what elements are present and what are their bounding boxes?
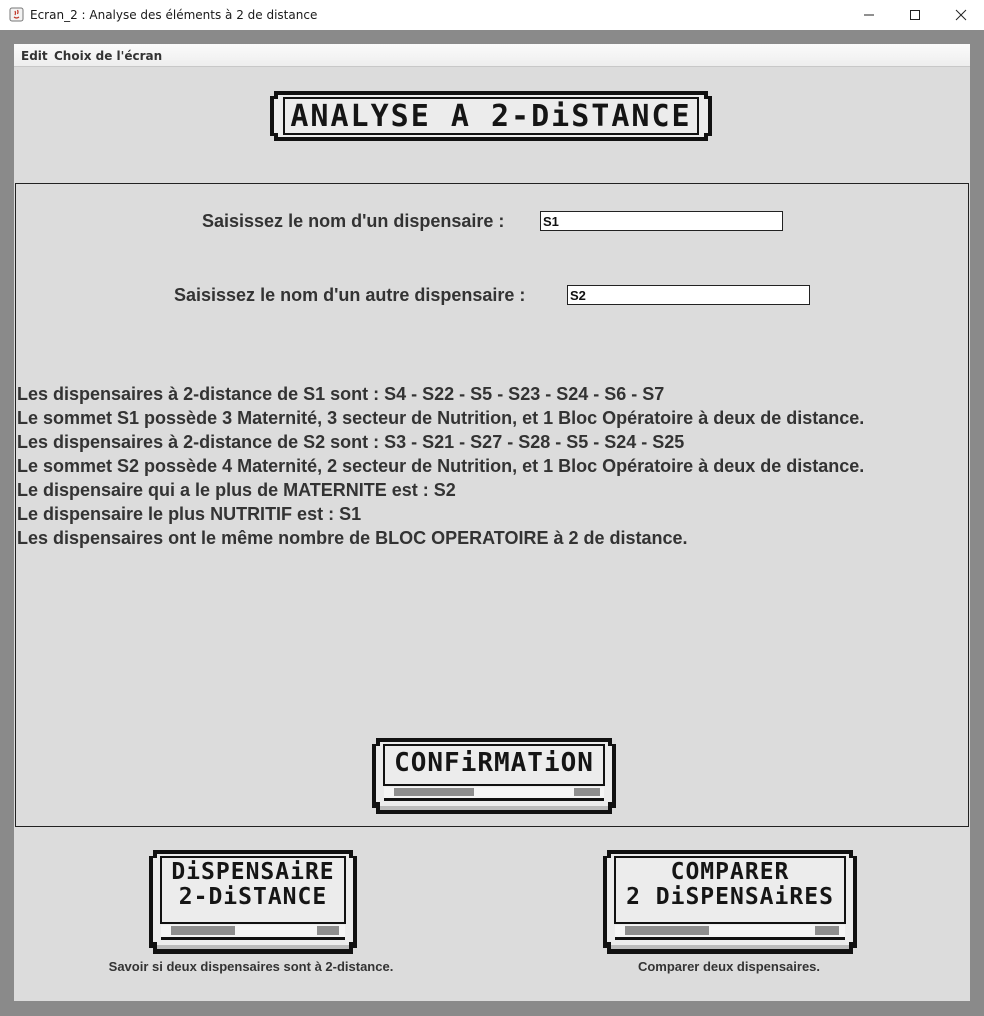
nav-left-line2: 2-DiSTANCE: [178, 884, 328, 910]
minimize-button[interactable]: [846, 0, 892, 30]
header-banner-text: ANALYSE A 2-DiSTANCE: [290, 99, 692, 134]
result-line: Le sommet S2 possède 4 Maternité, 2 sect…: [17, 456, 865, 476]
window-title: Ecran_2 : Analyse des éléments à 2 de di…: [30, 8, 318, 22]
menu-bar: Edit Choix de l'écran: [14, 44, 970, 67]
confirmation-button[interactable]: CONFiRMATiON: [370, 736, 618, 816]
menu-choix-ecran[interactable]: Choix de l'écran: [54, 49, 162, 63]
second-dispensary-input[interactable]: S2: [567, 285, 810, 305]
header-banner: ANALYSE A 2-DiSTANCE: [268, 88, 714, 144]
title-bar: Ecran_2 : Analyse des éléments à 2 de di…: [0, 0, 984, 30]
nav-right-line2: 2 DiSPENSAiRES: [626, 884, 834, 910]
result-line: Les dispensaires ont le même nombre de B…: [17, 528, 688, 548]
result-line: Les dispensaires à 2-distance de S2 sont…: [17, 432, 685, 452]
result-line: Le sommet S1 possède 3 Maternité, 3 sect…: [17, 408, 865, 428]
result-line: Le dispensaire qui a le plus de MATERNIT…: [17, 480, 456, 500]
dispensaire-2-distance-button[interactable]: DiSPENSAiRE 2-DiSTANCE: [147, 848, 359, 956]
first-dispensary-label: Saisissez le nom d'un dispensaire :: [202, 211, 505, 231]
nav-left-line1: DiSPENSAiRE: [171, 859, 335, 885]
maximize-button[interactable]: [892, 0, 938, 30]
first-dispensary-input[interactable]: S1: [540, 211, 783, 231]
result-line: Les dispensaires à 2-distance de S1 sont…: [17, 384, 665, 404]
confirmation-button-label: CONFiRMATiON: [394, 748, 594, 778]
close-icon: [955, 9, 967, 21]
comparer-dispensaires-caption: Comparer deux dispensaires.: [637, 959, 821, 974]
menu-edit[interactable]: Edit: [21, 49, 48, 63]
results-text: Les dispensaires à 2-distance de S1 sont…: [17, 382, 967, 550]
maximize-icon: [910, 10, 920, 20]
dispensaire-2-distance-caption: Savoir si deux dispensaires sont à 2-dis…: [108, 959, 394, 974]
minimize-icon: [864, 14, 874, 16]
second-dispensary-label: Saisissez le nom d'un autre dispensaire …: [174, 285, 526, 305]
analysis-panel: Saisissez le nom d'un dispensaire : S1 S…: [15, 183, 969, 827]
comparer-dispensaires-button[interactable]: COMPARER 2 DiSPENSAiRES: [601, 848, 859, 956]
app-frame: Edit Choix de l'écran ANALYSE A 2-DiSTAN…: [14, 44, 970, 1001]
close-button[interactable]: [938, 0, 984, 30]
result-line: Le dispensaire le plus NUTRITIF est : S1: [17, 504, 362, 524]
java-app-icon: [9, 7, 24, 22]
nav-right-line1: COMPARER: [670, 859, 790, 885]
